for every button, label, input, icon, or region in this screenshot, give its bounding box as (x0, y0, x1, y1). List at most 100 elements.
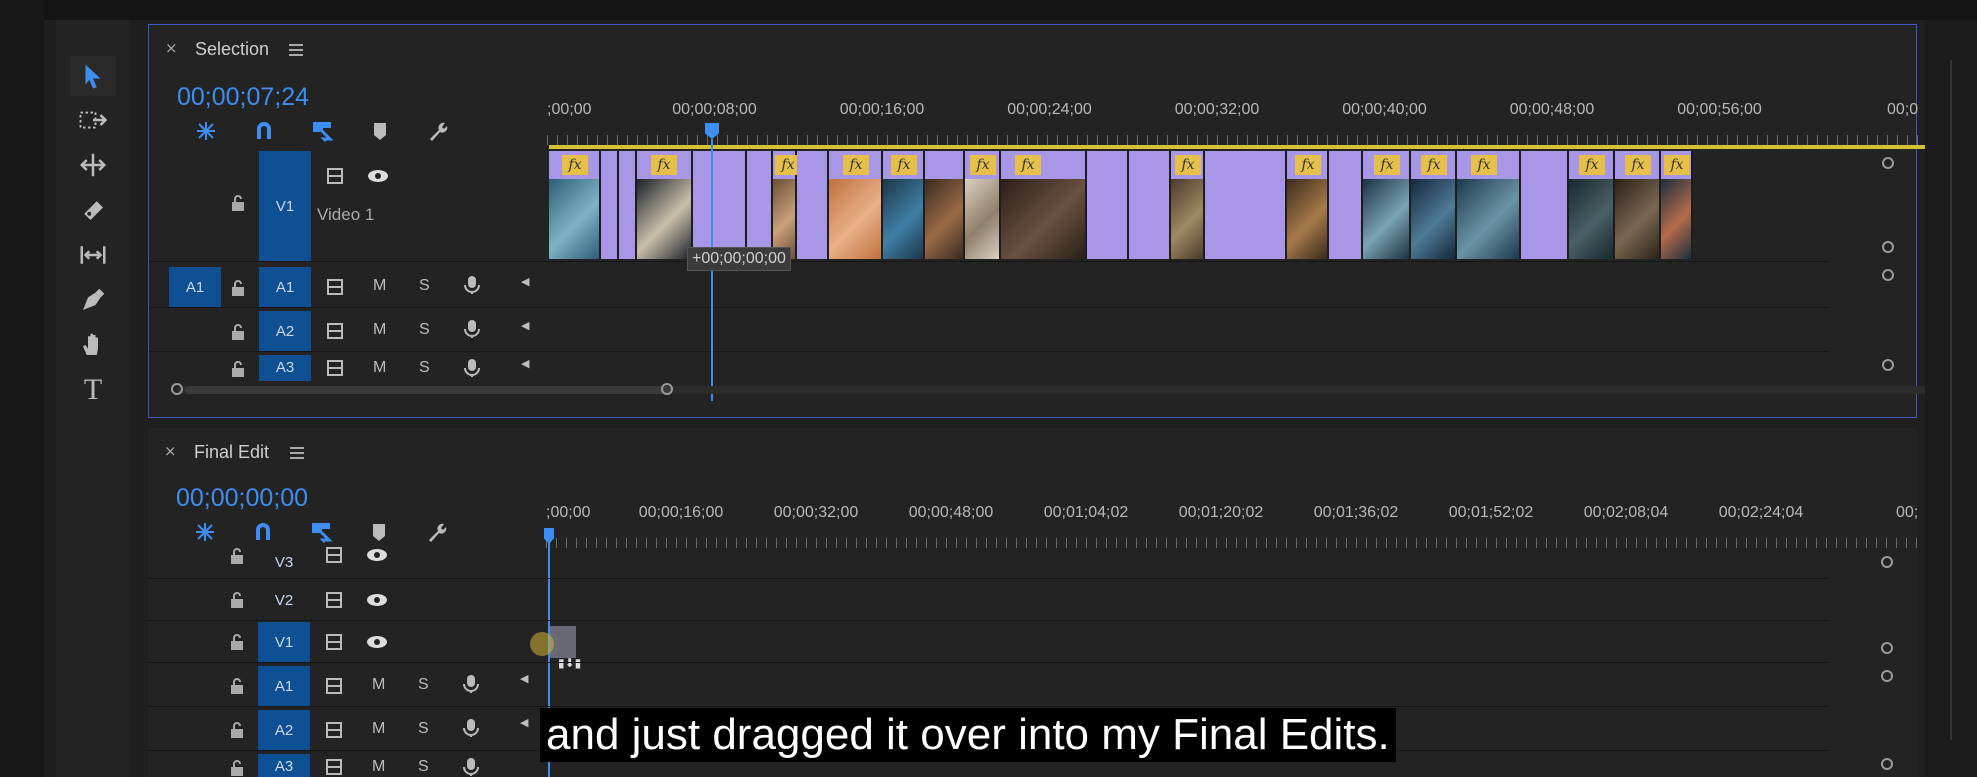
sequence-tab-name[interactable]: Selection (195, 39, 269, 60)
hand-icon[interactable] (70, 325, 116, 365)
solo-button[interactable]: S (418, 676, 429, 694)
fx-badge[interactable]: fx (1579, 155, 1605, 175)
nest-toggle-icon[interactable] (176, 518, 234, 546)
pen-icon[interactable] (70, 280, 116, 320)
scroll-handle-left[interactable] (171, 383, 183, 395)
fx-badge[interactable]: fx (1295, 155, 1321, 175)
linked-selection-icon[interactable] (292, 518, 350, 546)
fx-badge[interactable]: fx (1374, 155, 1400, 175)
vertical-scroll-handle[interactable] (1881, 642, 1893, 654)
playhead-timecode[interactable]: 00;00;07;24 (177, 83, 309, 112)
timeline-clip[interactable] (1329, 151, 1363, 259)
fx-badge[interactable]: fx (891, 155, 917, 175)
volume-caret-icon[interactable]: ◀ (521, 275, 529, 288)
timeline-clip[interactable]: fx (773, 151, 801, 259)
sync-lock-icon[interactable] (324, 633, 346, 656)
microphone-icon[interactable] (460, 758, 482, 777)
timeline-clip[interactable]: fx (637, 151, 693, 259)
sync-lock-icon[interactable] (325, 322, 347, 345)
close-icon[interactable]: × (165, 39, 178, 57)
lock-icon[interactable] (231, 280, 245, 296)
panel-menu-icon[interactable] (290, 447, 304, 449)
fx-badge[interactable]: fx (562, 155, 588, 175)
microphone-icon[interactable] (461, 359, 483, 381)
timeline-clip[interactable] (747, 151, 773, 259)
scrollbar-thumb[interactable] (185, 386, 671, 394)
panel-menu-icon[interactable] (289, 44, 303, 46)
timeline-clip[interactable] (1205, 151, 1287, 259)
microphone-icon[interactable] (460, 719, 482, 742)
track-target-v2[interactable]: V2 (258, 580, 310, 620)
type-icon[interactable]: T (70, 370, 116, 410)
vertical-scroll-handle[interactable] (1882, 241, 1894, 253)
solo-button[interactable]: S (418, 758, 429, 776)
track-target-a1[interactable]: A1 (258, 666, 310, 706)
timeline-clip[interactable]: fx (1001, 151, 1087, 259)
ripple-edit-icon[interactable] (70, 145, 116, 185)
sync-lock-icon[interactable] (325, 278, 347, 301)
fx-badge[interactable]: fx (651, 155, 677, 175)
sequence-tab-name[interactable]: Final Edit (194, 442, 269, 463)
mute-button[interactable]: M (373, 359, 386, 377)
track-select-icon[interactable] (70, 100, 116, 140)
track-target-a2[interactable]: A2 (259, 311, 311, 351)
lock-icon[interactable] (231, 195, 245, 211)
lock-icon[interactable] (230, 722, 244, 738)
time-ruler[interactable]: ;00;00 00;00;16;00 00;00;32;00 00;00;48;00 0… (546, 504, 1977, 548)
track-target-a2[interactable]: A2 (258, 710, 310, 750)
vertical-scroll-handle[interactable] (1882, 359, 1894, 371)
timeline-clip[interactable]: fx (1457, 151, 1521, 259)
track-target-v1[interactable]: V1 (258, 622, 310, 662)
timeline-clip[interactable] (601, 151, 619, 259)
microphone-icon[interactable] (461, 320, 483, 343)
timeline-clip[interactable]: fx (1287, 151, 1329, 259)
track-target-v3[interactable]: V3 (258, 548, 310, 576)
timeline-clip[interactable]: fx (1615, 151, 1661, 259)
vertical-scroll-handle[interactable] (1882, 157, 1894, 169)
timeline-clip[interactable] (1521, 151, 1569, 259)
sync-lock-icon[interactable] (324, 758, 346, 777)
fx-badge[interactable]: fx (843, 155, 869, 175)
vertical-scroll-handle[interactable] (1881, 758, 1893, 770)
sync-lock-icon[interactable] (325, 167, 347, 190)
lock-icon[interactable] (230, 634, 244, 650)
solo-button[interactable]: S (419, 359, 430, 377)
lock-icon[interactable] (230, 678, 244, 694)
fx-badge[interactable]: fx (970, 155, 996, 175)
volume-caret-icon[interactable]: ◀ (521, 357, 529, 370)
timeline-clip[interactable] (797, 151, 829, 259)
timeline-clip[interactable]: fxClip (965, 151, 1039, 259)
add-marker-icon[interactable] (350, 518, 408, 546)
scroll-handle-right[interactable] (661, 383, 673, 395)
timeline-clip[interactable]: fx (1411, 151, 1457, 259)
mute-button[interactable]: M (372, 758, 385, 776)
timeline-clip[interactable] (693, 151, 747, 259)
timeline-clip[interactable] (1129, 151, 1171, 259)
eye-icon[interactable] (366, 546, 388, 569)
mute-button[interactable]: M (373, 321, 386, 339)
timeline-clip[interactable]: fx (549, 151, 601, 259)
track-name[interactable]: Video 1 (317, 205, 374, 225)
razor-icon[interactable] (70, 190, 116, 230)
snap-magnet-icon[interactable] (235, 117, 293, 145)
time-ruler[interactable]: ;00;00 00;00;08;00 00;00;16;00 00;00;24;00 0… (547, 101, 1977, 145)
snap-magnet-icon[interactable] (234, 518, 292, 546)
sync-lock-icon[interactable] (324, 546, 346, 569)
timeline-clip[interactable]: fx (883, 151, 925, 259)
playhead-timecode[interactable]: 00;00;00;00 (176, 484, 308, 513)
add-marker-icon[interactable] (351, 117, 409, 145)
timeline-clip[interactable]: fx (1661, 151, 1693, 259)
lock-icon[interactable] (231, 361, 245, 377)
lock-icon[interactable] (230, 592, 244, 608)
eye-icon[interactable] (367, 167, 389, 190)
vertical-scroll-handle[interactable] (1881, 670, 1893, 682)
volume-caret-icon[interactable]: ◀ (520, 716, 528, 729)
sync-lock-icon[interactable] (324, 591, 346, 614)
timeline-clip[interactable]: fxClip (1171, 151, 1245, 259)
solo-button[interactable]: S (418, 720, 429, 738)
timeline-clip[interactable]: fx (829, 151, 883, 259)
solo-button[interactable]: S (419, 277, 430, 295)
timeline-clip[interactable]: fx (1569, 151, 1615, 259)
wrench-icon[interactable] (409, 117, 467, 145)
wrench-icon[interactable] (408, 518, 466, 546)
